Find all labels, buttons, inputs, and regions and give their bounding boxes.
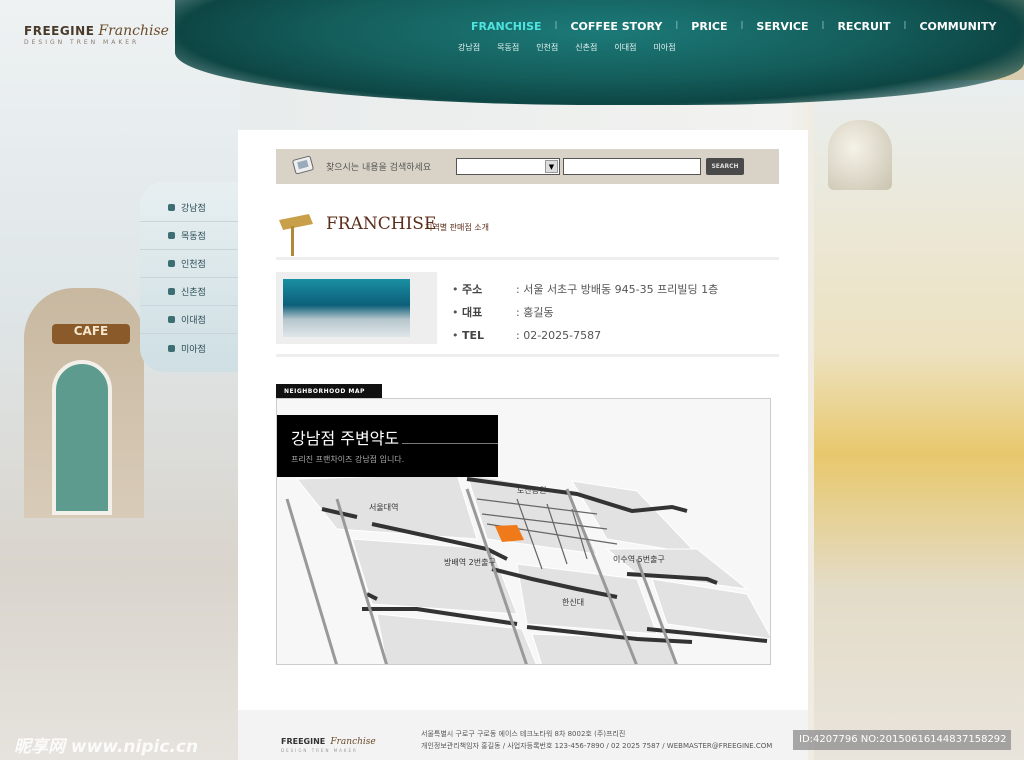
subnav-item[interactable]: 목동점 — [497, 42, 519, 53]
sidebar-item-label: 목동점 — [181, 232, 206, 242]
subnav-item[interactable]: 신촌점 — [575, 42, 597, 53]
footer-tagline: DESIGN TREN MAKER — [281, 748, 358, 753]
map-title-box: 강남점 주변약도 프리진 프랜차이즈 강남점 입니다. — [277, 415, 498, 477]
info-value: : 02-2025-7587 — [516, 329, 602, 342]
section-subtitle: 지역별 판매점 소개 — [425, 223, 489, 232]
nav-community[interactable]: COMMUNITY — [906, 20, 1009, 33]
info-value: : 서울 서초구 방배동 945-35 프리빌딩 1층 — [516, 283, 719, 296]
sidebar-item-label: 이대점 — [181, 316, 206, 326]
sidebar-item[interactable]: 목동점 — [140, 222, 238, 250]
bullet-icon — [168, 344, 175, 352]
site-watermark: 昵享网 www.nipic.cn — [14, 737, 199, 757]
bullet-icon — [168, 232, 175, 239]
pda-icon — [292, 155, 314, 175]
map-label: 방배역 2번출구 — [444, 558, 496, 567]
subnav-item[interactable]: 미아점 — [653, 42, 675, 53]
chevron-down-icon: ▼ — [545, 160, 558, 173]
info-key: 대표 — [462, 306, 483, 319]
sidebar-menu: 강남점 목동점 인천점 신촌점 이대점 미아점 — [140, 182, 238, 372]
sidebar-item[interactable]: 신촌점 — [140, 278, 238, 306]
nav-recruit[interactable]: RECRUIT — [824, 20, 903, 33]
sidebar-item[interactable]: 강남점 — [140, 194, 238, 222]
sidebar-item-label: 신촌점 — [181, 288, 206, 298]
bullet-icon — [168, 316, 175, 323]
info-row-ceo: • 대표: 홍길동 — [452, 301, 718, 324]
info-row-address: • 주소: 서울 서초구 방배동 945-35 프리빌딩 1층 — [452, 278, 718, 301]
store-info: • 주소: 서울 서초구 방배동 945-35 프리빌딩 1층 • 대표: 홍길… — [452, 278, 718, 347]
bullet-icon — [168, 288, 175, 295]
sidebar-item-label: 미아점 — [181, 344, 206, 355]
footer-logo: FREEGINE Franchise DESIGN TREN MAKER — [281, 729, 376, 753]
map-title-line — [402, 443, 498, 444]
sidebar-item[interactable]: 이대점 — [140, 306, 238, 334]
map-tab: NEIGHBORHOOD MAP — [276, 384, 382, 399]
signpost-icon — [279, 214, 313, 256]
search-button[interactable]: SEARCH — [706, 158, 744, 175]
sidebar-item-label: 인천점 — [181, 260, 206, 270]
info-key: 주소 — [462, 283, 483, 296]
sub-nav: 강남점 목동점 인천점 신촌점 이대점 미아점 — [458, 42, 676, 53]
footer-script: Franchise — [330, 737, 376, 747]
nav-service[interactable]: SERVICE — [743, 20, 821, 33]
neighborhood-map[interactable]: 도산공원 서울대역 방배역 2번출구 이수역 5번출구 한신대 강남점 주변약도… — [276, 398, 771, 665]
nav-price[interactable]: PRICE — [678, 20, 740, 33]
footer-address: 서울특별시 구로구 구로동 에이스 테크노타워 8차 8002호 (주)프리진 — [421, 730, 626, 738]
map-title: 강남점 주변약도 — [291, 429, 400, 448]
map-label: 한신대 — [562, 598, 585, 607]
main-nav: FRANCHISE | COFFEE STORY | PRICE | SERVICE |… — [458, 20, 1009, 33]
sidebar-item[interactable]: 미아점 — [140, 334, 238, 362]
footer-contact: 개인정보관리책임자 홍길동 / 사업자등록번호 123-456-7890 / 0… — [421, 742, 773, 750]
logo-script: Franchise — [98, 23, 169, 39]
store-photo — [276, 272, 437, 344]
section-title: FRANCHISE — [326, 214, 437, 234]
bullet-icon — [168, 260, 175, 267]
bell-illustration — [828, 120, 892, 190]
map-description: 프리진 프랜차이즈 강남점 입니다. — [291, 455, 405, 464]
sidebar-item-label: 강남점 — [181, 204, 206, 214]
search-label: 찾으시는 내용을 검색하세요 — [326, 163, 432, 173]
logo-tagline: DESIGN TREN MAKER — [24, 39, 140, 46]
nav-franchise[interactable]: FRANCHISE — [458, 20, 555, 33]
divider — [276, 354, 779, 357]
info-value: : 홍길동 — [516, 306, 554, 319]
subnav-item[interactable]: 이대점 — [614, 42, 636, 53]
footer-info: 서울특별시 구로구 구로동 에이스 테크노타워 8차 8002호 (주)프리진 … — [421, 728, 772, 752]
divider — [276, 257, 779, 260]
cafe-illustration: CAFE — [24, 288, 144, 518]
logo-name: FREEGINE — [24, 24, 95, 38]
search-category-select[interactable]: ▼ — [456, 158, 560, 175]
subnav-item[interactable]: 인천점 — [536, 42, 558, 53]
search-bar: 찾으시는 내용을 검색하세요 ▼ SEARCH — [276, 149, 779, 184]
cafe-door — [52, 360, 112, 515]
id-watermark: ID:4207796 NO:20150616144837158292 — [793, 730, 1011, 750]
search-input[interactable] — [563, 158, 701, 175]
nav-coffee-story[interactable]: COFFEE STORY — [557, 20, 675, 33]
info-key: TEL — [462, 329, 485, 342]
map-label: 이수역 5번출구 — [613, 555, 665, 564]
cafe-sign: CAFE — [52, 324, 130, 344]
bullet-icon — [168, 204, 175, 211]
site-logo[interactable]: FREEGINE Franchise DESIGN TREN MAKER — [24, 20, 169, 46]
sidebar-item[interactable]: 인천점 — [140, 250, 238, 278]
map-label: 도산공원 — [517, 486, 547, 495]
map-label: 서울대역 — [369, 503, 399, 512]
info-row-tel: • TEL: 02-2025-7587 — [452, 324, 718, 347]
subnav-item[interactable]: 강남점 — [458, 42, 480, 53]
footer-brand: FREEGINE — [281, 737, 326, 746]
